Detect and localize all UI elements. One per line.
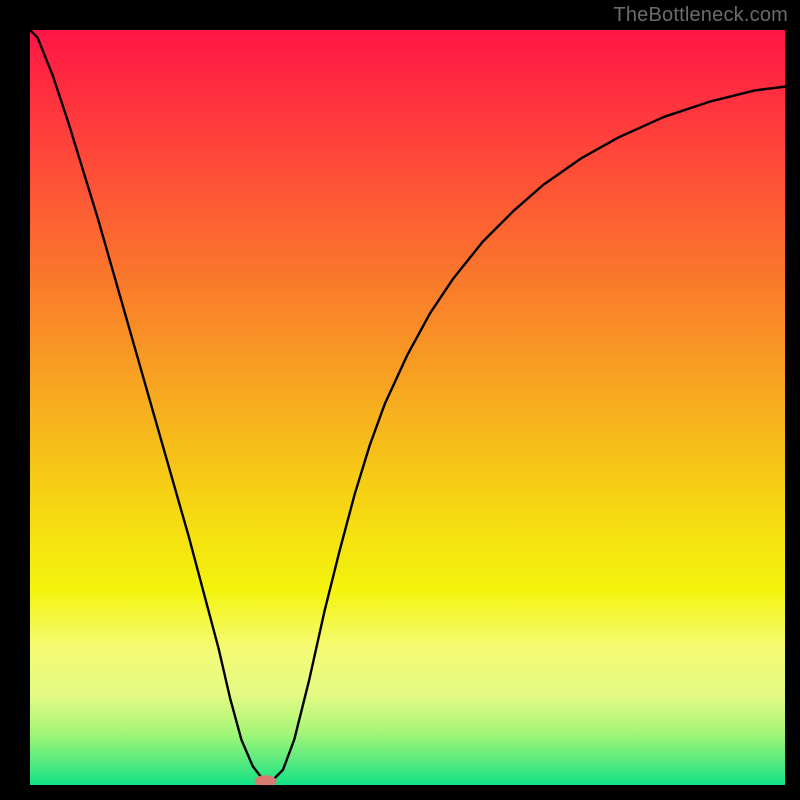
plot-background <box>30 30 785 785</box>
min-point-marker <box>255 775 277 787</box>
bottleneck-chart <box>0 0 800 800</box>
chart-container: TheBottleneck.com <box>0 0 800 800</box>
watermark-label: TheBottleneck.com <box>613 4 788 27</box>
